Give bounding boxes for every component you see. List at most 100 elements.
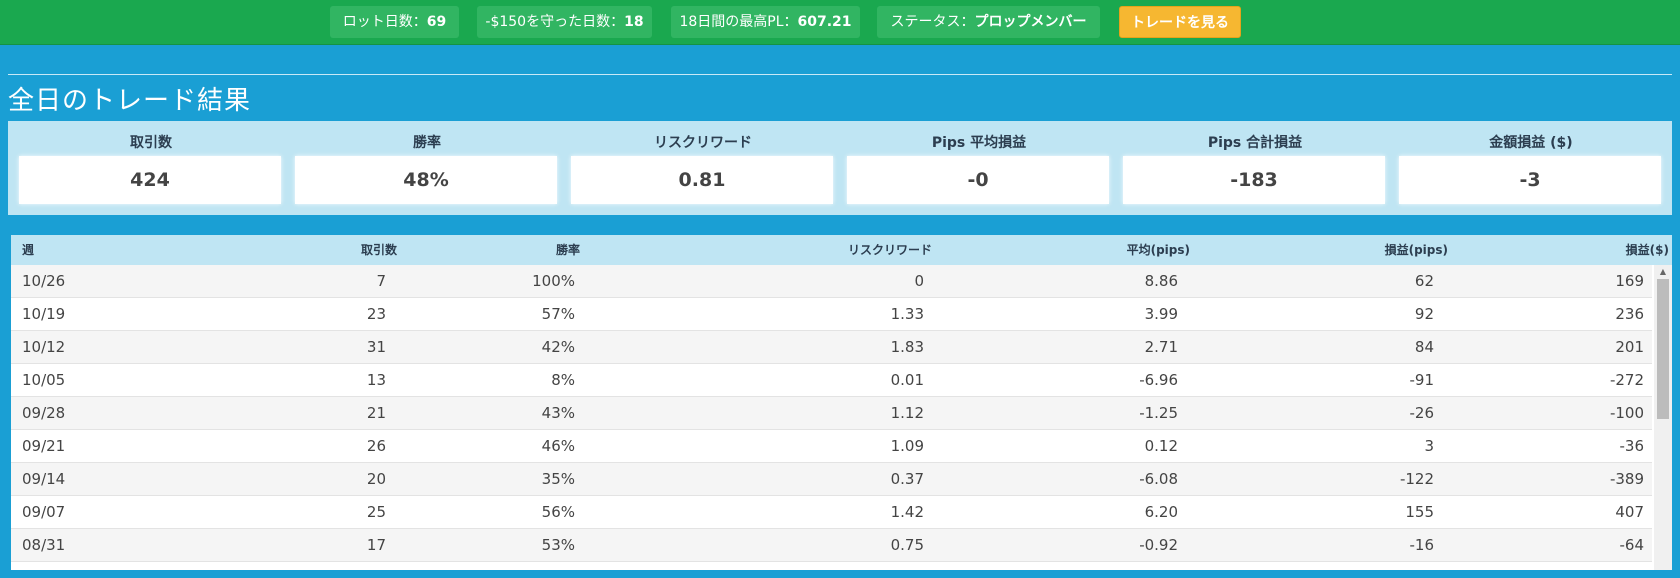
- header-avg-pips[interactable]: 平均(pips): [971, 235, 1190, 265]
- cell-pl-pips: 84: [1414, 338, 1434, 356]
- max-pl-label: 18日間の最高PL：: [679, 14, 798, 30]
- cell-pl-pips: 3: [1424, 437, 1434, 455]
- cell-win-rate: 8%: [551, 371, 575, 389]
- cell-week: 09/07: [22, 503, 66, 521]
- status-value: プロップメンバー: [974, 14, 1087, 30]
- cell-win-rate: 35%: [541, 470, 575, 488]
- cell-pl-dollars: -64: [1619, 536, 1645, 554]
- cell-week: 10/26: [22, 272, 66, 290]
- cell-avg-pips: 8.86: [1144, 272, 1178, 290]
- cell-risk-reward: 0.01: [890, 371, 924, 389]
- stat-value: -3: [1399, 156, 1661, 204]
- cell-pl-dollars: 236: [1615, 305, 1644, 323]
- cell-win-rate: 43%: [541, 404, 575, 422]
- table-row[interactable]: 09/07 25 56% 1.42 6.20 155 407: [11, 496, 1652, 529]
- table-row[interactable]: 09/21 26 46% 1.09 0.12 3 -36: [11, 430, 1652, 463]
- cell-pl-pips: 92: [1414, 305, 1434, 323]
- cell-week: 10/12: [22, 338, 66, 356]
- table-header: 週 取引数 勝率 リスクリワード 平均(pips) 損益(pips) 損益($): [11, 235, 1672, 265]
- table-row[interactable]: 10/26 7 100% 0 8.86 62 169: [11, 265, 1652, 298]
- cell-pl-dollars: 407: [1615, 503, 1644, 521]
- table-scrollbar[interactable]: ▲: [1654, 265, 1672, 570]
- cell-win-rate: 46%: [541, 437, 575, 455]
- top-status-bar: ロット日数：69 -$150を守った日数：18 18日間の最高PL：607.21…: [0, 0, 1680, 45]
- weekly-results-table: 週 取引数 勝率 リスクリワード 平均(pips) 損益(pips) 損益($)…: [11, 235, 1672, 570]
- cell-trade-count: 26: [366, 437, 386, 455]
- stat-win-rate: 勝率 48%: [295, 121, 559, 215]
- stats-summary-panel: 取引数 424 勝率 48% リスクリワード 0.81 Pips 平均損益 -0…: [8, 121, 1672, 215]
- stat-pips-average: Pips 平均損益 -0: [847, 121, 1111, 215]
- cell-trade-count: 13: [366, 371, 386, 389]
- cell-week: 10/05: [22, 371, 66, 389]
- cell-trade-count: 21: [366, 404, 386, 422]
- cell-pl-pips: -26: [1409, 404, 1435, 422]
- scroll-thumb[interactable]: [1657, 279, 1669, 419]
- cell-pl-dollars: -100: [1609, 404, 1644, 422]
- cell-avg-pips: 3.99: [1144, 305, 1178, 323]
- cell-win-rate: 57%: [541, 305, 575, 323]
- cell-trade-count: 17: [366, 536, 386, 554]
- stat-value: -183: [1123, 156, 1385, 204]
- status-badge: ステータス：プロップメンバー: [877, 6, 1100, 38]
- cell-pl-pips: -16: [1409, 536, 1435, 554]
- cell-pl-dollars: 201: [1615, 338, 1644, 356]
- cell-avg-pips: -1.25: [1139, 404, 1178, 422]
- cell-risk-reward: 0.75: [890, 536, 924, 554]
- cell-risk-reward: 1.33: [890, 305, 924, 323]
- cell-risk-reward: 0.37: [890, 470, 924, 488]
- table-row[interactable]: 08/31 17 53% 0.75 -0.92 -16 -64: [11, 529, 1652, 562]
- kept-150-days-value: 18: [624, 14, 644, 30]
- table-row[interactable]: 10/12 31 42% 1.83 2.71 84 201: [11, 331, 1652, 364]
- header-risk-reward[interactable]: リスクリワード: [611, 235, 932, 265]
- cell-risk-reward: 1.42: [890, 503, 924, 521]
- header-trade-count[interactable]: 取引数: [211, 235, 397, 265]
- table-row[interactable]: 09/28 21 43% 1.12 -1.25 -26 -100: [11, 397, 1652, 430]
- cell-avg-pips: -0.92: [1139, 536, 1178, 554]
- stat-value: 48%: [295, 156, 557, 204]
- cell-win-rate: 100%: [532, 272, 575, 290]
- stat-label: Pips 平均損益: [931, 135, 1027, 151]
- stat-risk-reward: リスクリワード 0.81: [571, 121, 835, 215]
- header-pl-pips[interactable]: 損益(pips): [1211, 235, 1448, 265]
- cell-risk-reward: 1.83: [890, 338, 924, 356]
- page-title: 全日のトレード結果: [8, 86, 252, 116]
- cell-risk-reward: 1.12: [890, 404, 924, 422]
- cell-win-rate: 53%: [541, 536, 575, 554]
- status-label: ステータス：: [890, 14, 975, 30]
- cell-trade-count: 23: [366, 305, 386, 323]
- max-pl-badge: 18日間の最高PL：607.21: [671, 6, 860, 38]
- cell-week: 08/31: [22, 536, 66, 554]
- header-week[interactable]: 週: [22, 235, 142, 265]
- cell-pl-pips: 62: [1414, 272, 1434, 290]
- cell-risk-reward: 0: [914, 272, 924, 290]
- stat-value: 0.81: [571, 156, 833, 204]
- cell-week: 09/28: [22, 404, 66, 422]
- table-row[interactable]: 09/14 20 35% 0.37 -6.08 -122 -389: [11, 463, 1652, 496]
- stat-trade-count: 取引数 424: [19, 121, 283, 215]
- cell-win-rate: 56%: [541, 503, 575, 521]
- stat-pips-total: Pips 合計損益 -183: [1123, 121, 1387, 215]
- table-row[interactable]: 10/19 23 57% 1.33 3.99 92 236: [11, 298, 1652, 331]
- header-win-rate[interactable]: 勝率: [411, 235, 580, 265]
- table-body: 10/26 7 100% 0 8.86 62 169 10/19 23 57% 1.33 3.99 92…: [11, 265, 1652, 570]
- lot-days-label: ロット日数：: [342, 14, 427, 30]
- cell-pl-dollars: 169: [1615, 272, 1644, 290]
- bottom-border: [0, 570, 1680, 578]
- view-trades-button[interactable]: トレードを見る: [1119, 6, 1241, 38]
- cell-avg-pips: -6.08: [1139, 470, 1178, 488]
- table-row[interactable]: 10/05 13 8% 0.01 -6.96 -91 -272: [11, 364, 1652, 397]
- cell-pl-dollars: -272: [1609, 371, 1644, 389]
- cell-pl-dollars: -389: [1609, 470, 1644, 488]
- stat-label: 金額損益 ($): [1489, 135, 1573, 151]
- cell-trade-count: 31: [366, 338, 386, 356]
- stat-label: 勝率: [413, 135, 441, 151]
- header-pl-dollars[interactable]: 損益($): [1471, 235, 1669, 265]
- cell-avg-pips: 0.12: [1144, 437, 1178, 455]
- kept-150-days-badge: -$150を守った日数：18: [477, 6, 652, 38]
- cell-week: 09/14: [22, 470, 66, 488]
- scroll-up-arrow-icon[interactable]: ▲: [1654, 265, 1672, 279]
- cell-avg-pips: 6.20: [1144, 503, 1178, 521]
- cell-trade-count: 25: [366, 503, 386, 521]
- lot-days-value: 69: [426, 14, 447, 30]
- cell-pl-pips: -91: [1409, 371, 1435, 389]
